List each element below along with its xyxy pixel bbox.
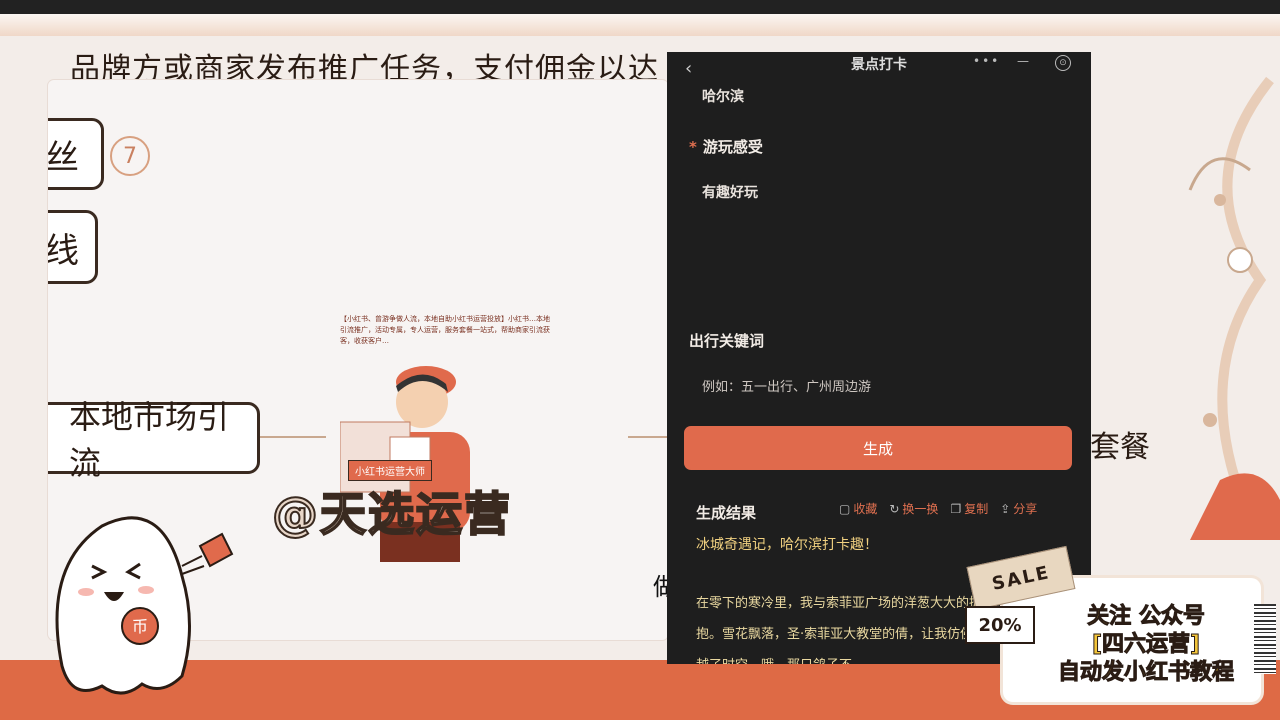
share-button[interactable]: ⇪分享 [1000, 500, 1037, 517]
minimize-icon[interactable]: — [1017, 54, 1029, 68]
copy-icon: ❐ [950, 502, 961, 516]
promo-line-3: 自动发小红书教程 [1041, 654, 1251, 686]
copy-button[interactable]: ❐复制 [950, 500, 988, 517]
result-title: 生成结果 [696, 502, 756, 523]
refresh-icon: ↻ [889, 502, 899, 516]
barcode-icon [1254, 604, 1276, 674]
more-icon[interactable]: ••• [973, 54, 1000, 68]
discount-tag: 20% [965, 606, 1035, 644]
favorite-button[interactable]: ▢收藏 [839, 500, 877, 517]
mindmap-node-1: 丝 [48, 118, 104, 190]
share-icon: ⇪ [1000, 502, 1010, 516]
mindmap-number-badge: 7 [110, 136, 150, 176]
mindmap-connector [628, 436, 668, 438]
background-band [0, 14, 1280, 36]
result-body: 在零下的寒冷里，我与索菲亚广场的洋葱大大的拥抱。雪花飘落，圣·索菲亚大教堂的倩，… [696, 588, 996, 664]
required-mark: * [689, 138, 697, 156]
ghost-mascot: 币 [32, 506, 242, 706]
keywords-input[interactable]: 例如：五一出行、广州周边游 [702, 376, 871, 395]
mindmap-node-2: 线 [48, 210, 98, 284]
experience-textarea[interactable]: 有趣好玩 [702, 182, 758, 202]
promo-card: 关注 公众号 [四六运营] 自动发小红书教程 [1003, 578, 1261, 702]
experience-label: *游玩感受 [689, 136, 763, 157]
result-actions: ▢收藏 ↻换一换 ❐复制 ⇪分享 [839, 500, 1037, 517]
watermark: @天选运营 [272, 478, 512, 544]
refresh-button[interactable]: ↻换一换 [889, 500, 938, 517]
bookmark-icon: ▢ [839, 502, 850, 516]
floral-decoration [1150, 60, 1280, 540]
keywords-label: 出行关键词 [689, 330, 764, 351]
generate-button[interactable]: 生成 [684, 426, 1072, 470]
close-icon[interactable]: ⊙ [1055, 55, 1071, 71]
top-bar [0, 0, 1280, 14]
result-headline: 冰城奇遇记，哈尔滨打卡趣！ [696, 534, 878, 554]
preview-note: 【小红书、曾游争做人流，本地自助小红书运营投放】小红书…本地引流推广，活动专属，… [340, 314, 554, 347]
svg-text:币: 币 [132, 617, 148, 636]
destination-field[interactable]: 哈尔滨 [702, 86, 744, 106]
right-caption: 套餐 [1090, 422, 1150, 466]
mindmap-node-local: 本地市场引流 [48, 402, 260, 474]
mindmap-connector [260, 436, 326, 438]
